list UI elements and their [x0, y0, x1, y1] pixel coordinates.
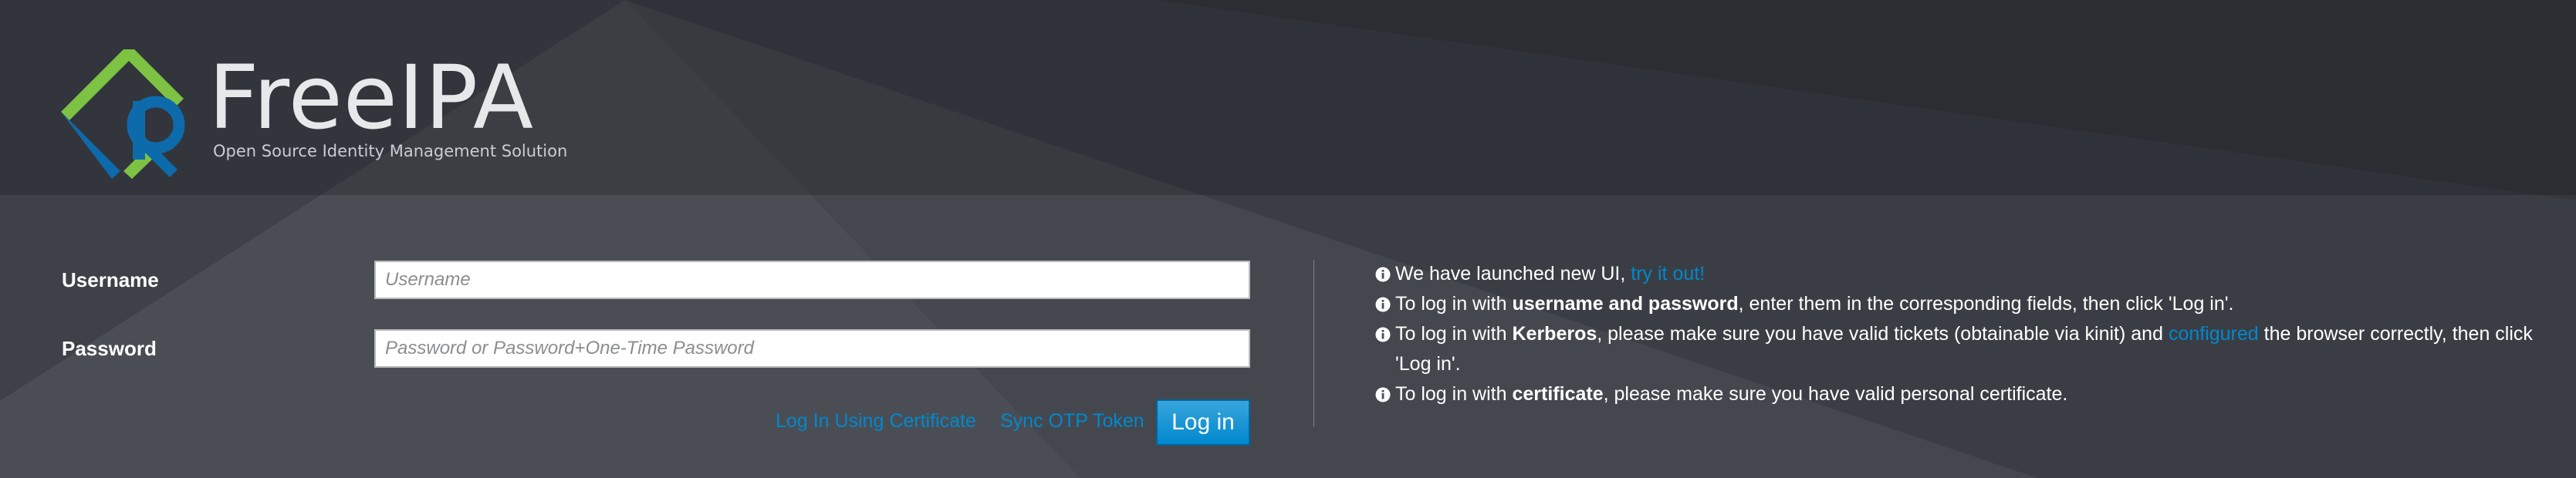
brand-name: FreeIPA	[208, 46, 534, 149]
info-emphasis: Kerberos	[1512, 323, 1597, 345]
info-text: We have launched new UI,	[1395, 263, 1626, 284]
info-emphasis: certificate	[1512, 383, 1604, 405]
login-form: Username Password Log In Using Certifica…	[0, 231, 1312, 463]
vertical-divider	[1313, 260, 1314, 427]
info-item-new-ui: We have launched new UI, try it out!	[1375, 259, 2548, 289]
info-circle-icon	[1375, 327, 1391, 342]
info-circle-icon	[1375, 267, 1391, 282]
info-item-certificate-login: To log in with certificate, please make …	[1375, 379, 2548, 409]
info-item-password-login: To log in with username and password, en…	[1375, 289, 2548, 319]
info-circle-icon	[1375, 387, 1391, 402]
password-input[interactable]	[374, 329, 1250, 368]
info-panel: We have launched new UI, try it out! To …	[1375, 259, 2548, 409]
info-text: , please make sure you have valid ticket…	[1597, 323, 2163, 345]
username-label: Username	[62, 268, 159, 291]
password-label: Password	[62, 337, 157, 360]
info-text: , please make sure you have valid person…	[1603, 383, 2068, 405]
info-circle-icon	[1375, 297, 1391, 312]
info-text: To log in with	[1395, 383, 1507, 405]
freeipa-logo-mark-icon	[61, 49, 185, 179]
info-emphasis: username and password	[1512, 293, 1739, 315]
info-text: , enter them in the corresponding fields…	[1738, 293, 2234, 315]
info-item-kerberos-login: To log in with Kerberos, please make sur…	[1375, 319, 2548, 379]
username-input[interactable]	[374, 261, 1250, 299]
info-text: To log in with	[1395, 293, 1507, 315]
try-new-ui-link[interactable]: try it out!	[1631, 263, 1705, 284]
kerberos-configured-link[interactable]: configured	[2169, 323, 2259, 345]
brand-tagline: Open Source Identity Management Solution	[213, 142, 568, 160]
login-certificate-link[interactable]: Log In Using Certificate	[776, 410, 976, 433]
freeipa-logo: FreeIPA Open Source Identity Management …	[60, 46, 567, 179]
info-text: To log in with	[1395, 323, 1507, 345]
login-button[interactable]: Log in	[1156, 399, 1250, 446]
sync-otp-token-link[interactable]: Sync OTP Token	[1000, 410, 1144, 433]
